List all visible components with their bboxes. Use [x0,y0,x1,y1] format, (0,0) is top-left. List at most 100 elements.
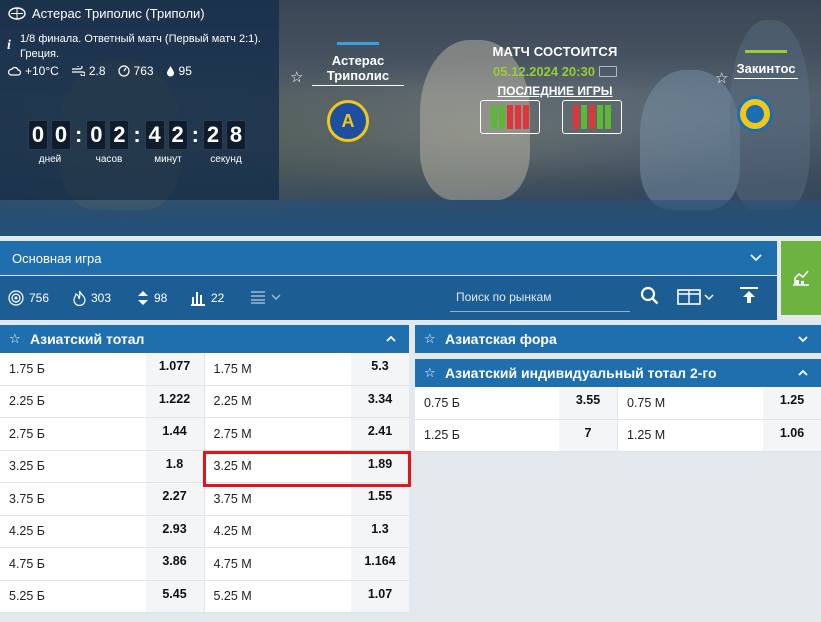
form-result-win [499,105,505,129]
bet-odd[interactable]: 3.34 [351,385,409,417]
table-row: 4.25 Б 2.93 4.25 М 1.3 [0,515,409,548]
wind-icon [71,66,85,76]
favorite-star-icon[interactable]: ☆ [424,331,436,347]
bet-label: 4.75 М [204,548,351,580]
bet-odd[interactable]: 1.3 [351,515,409,547]
list-icon [251,291,265,304]
flame-icon [73,290,86,306]
away-team[interactable]: Закинтос [734,50,798,79]
chevron-up-icon [386,335,396,342]
bet-option-under[interactable]: 4.75 М 1.164 [204,548,409,580]
away-team-logo [737,96,773,132]
bet-option-over[interactable]: 3.75 Б 2.27 [0,483,205,515]
bet-option-under[interactable]: 1.75 М 5.3 [204,353,409,385]
main-game-label: Основная игра [12,250,102,266]
bet-odd[interactable]: 5.3 [351,353,409,385]
stat-bars[interactable]: 22 [190,290,224,306]
bet-odd[interactable]: 3.55 [559,387,617,419]
tournament[interactable]: Астерас Триполис (Триполи) [8,6,205,21]
bet-option-over[interactable]: 5.25 Б 5.45 [0,580,205,612]
bet-label: 1.25 М [618,419,763,451]
tv-icon[interactable] [598,66,617,77]
bet-option-under[interactable]: 3.75 М 1.55 [204,483,409,515]
home-form[interactable] [480,100,540,134]
bet-odd[interactable]: 1.06 [763,419,821,451]
bet-label: 2.75 М [204,418,351,450]
bet-odd[interactable]: 1.164 [351,548,409,580]
market-header-asian-total[interactable]: ☆ Азиатский тотал [0,325,409,353]
bet-odd[interactable]: 5.45 [145,580,204,612]
bet-odd[interactable]: 1.44 [145,418,204,450]
favorite-home-star-icon[interactable]: ☆ [290,68,303,86]
timer-digit: 4 [144,120,165,150]
bet-odd[interactable]: 2.27 [145,483,204,515]
bet-option-under[interactable]: 2.75 М 2.41 [204,418,409,450]
form-result-win [581,105,587,129]
stat-flame[interactable]: 303 [73,290,111,306]
form-result-win [597,105,603,129]
favorite-star-icon[interactable]: ☆ [424,365,436,381]
bars-icon [191,292,205,306]
bet-label: 0.75 М [618,387,763,419]
market-header-asian-handicap[interactable]: ☆ Азиатская фора [415,325,821,353]
favorite-star-icon[interactable]: ☆ [9,331,21,347]
bet-odd[interactable]: 1.55 [351,483,409,515]
table-row: 4.75 Б 3.86 4.75 М 1.164 [0,548,409,581]
bet-odd[interactable]: 2.93 [145,515,204,547]
bet-odd[interactable]: 7 [559,419,617,451]
bet-option-over[interactable]: 4.25 Б 2.93 [0,515,205,547]
bet-option-under[interactable]: 2.25 М 3.34 [204,385,409,417]
bet-odd[interactable]: 1.077 [145,353,204,385]
bet-odd[interactable]: 1.07 [351,580,409,612]
bet-odd[interactable]: 2.41 [351,418,409,450]
favorite-away-star-icon[interactable]: ☆ [715,69,728,87]
updown-arrows-icon [138,291,148,305]
form-result-loss [523,105,529,129]
bet-odd[interactable]: 3.86 [145,548,204,580]
home-team[interactable]: Астерас Триполис [312,42,404,86]
bet-odd[interactable]: 1.8 [145,450,204,482]
timer-digit: 0 [51,120,71,150]
table-row: 3.25 Б 1.8 3.25 М 1.89 [0,450,409,483]
bet-option-over[interactable]: 3.25 Б 1.8 [0,450,205,482]
bet-option-over[interactable]: 4.75 Б 3.86 [0,548,205,580]
market-search[interactable] [450,284,630,312]
bet-label: 5.25 М [204,580,351,612]
search-icon[interactable] [640,286,660,306]
bet-label: 3.75 Б [0,483,146,515]
bet-option-under[interactable]: 5.25 М 1.07 [204,580,409,612]
away-form[interactable] [562,100,622,134]
bet-label: 4.75 Б [0,548,146,580]
bet-label: 4.25 М [204,515,351,547]
timer-digit: 8 [225,120,246,150]
bet-odd[interactable]: 1.222 [145,385,204,417]
market-header-individual-total-2[interactable]: ☆ Азиатский индивидуальный тотал 2-го [415,359,821,387]
statistics-button[interactable] [781,241,821,315]
list-view-toggle[interactable] [250,290,281,304]
bet-option-over[interactable]: 2.25 Б 1.222 [0,385,205,417]
market-search-input[interactable] [450,284,630,310]
bet-option-under[interactable]: 0.75 М 1.25 [618,387,821,419]
bet-odd[interactable]: 1.89 [351,450,409,482]
bet-option-over[interactable]: 1.75 Б 1.077 [0,353,205,385]
temperature: +10°C [25,64,59,78]
match-center: МАТЧ СОСТОИТСЯ 05.12.2024 20:30 ПОСЛЕДНИ… [470,44,640,98]
bet-label: 5.25 Б [0,580,146,612]
bet-option-under[interactable]: 1.25 М 1.06 [618,419,821,451]
columns-layout-icon[interactable] [677,288,717,306]
main-game-select[interactable]: Основная игра [0,241,777,275]
bet-option-under[interactable]: 3.25 М 1.89 [204,450,409,482]
bet-option-over[interactable]: 0.75 Б 3.55 [415,387,618,419]
stat-target[interactable]: 756 [8,290,49,306]
table-row: 3.75 Б 2.27 3.75 М 1.55 [0,483,409,516]
bet-option-under[interactable]: 4.25 М 1.3 [204,515,409,547]
bet-option-over[interactable]: 1.25 Б7 [415,419,618,451]
bet-odd[interactable]: 1.25 [763,387,821,419]
last-games-link[interactable]: ПОСЛЕДНИЕ ИГРЫ [470,84,640,98]
bet-option-over[interactable]: 2.75 Б 1.44 [0,418,205,450]
stat-arrows[interactable]: 98 [137,290,167,306]
home-team-bar [337,42,379,45]
collapse-up-icon[interactable] [738,286,760,306]
market-asian-handicap: ☆ Азиатская фора ☆ Азиатский индивидуаль… [415,325,821,452]
chevron-up-icon [798,369,808,376]
